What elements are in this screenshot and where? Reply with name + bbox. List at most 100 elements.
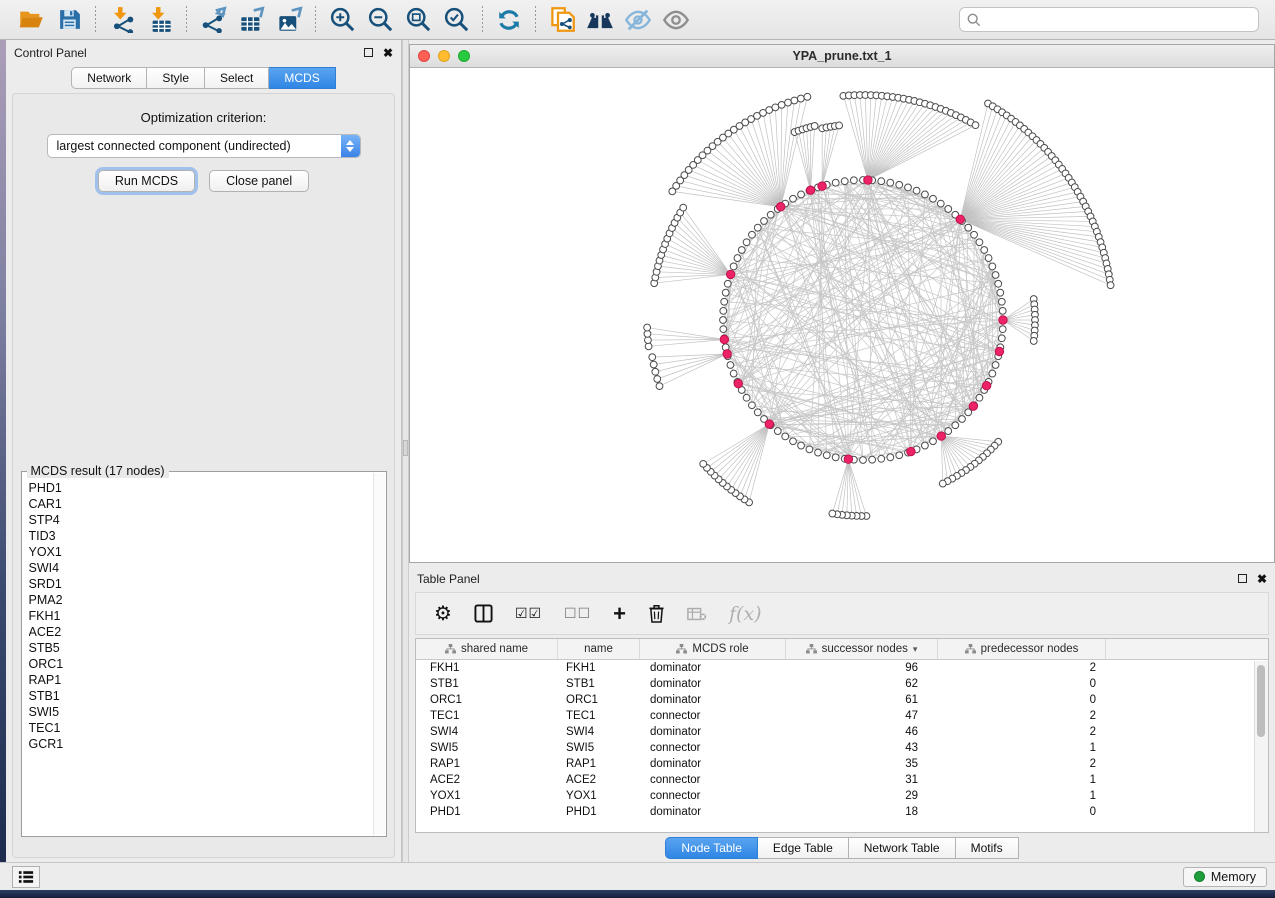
cell-predecessor-nodes[interactable]: 2 (938, 726, 1106, 738)
cell-shared-name[interactable]: STB1 (416, 678, 558, 690)
zoom-check-icon[interactable] (437, 4, 475, 36)
zoom-in-icon[interactable] (323, 4, 361, 36)
mcds-result-item[interactable]: PMA2 (29, 592, 372, 608)
table-column-header[interactable]: successor nodes ▾ (786, 639, 938, 659)
cell-successor-nodes[interactable]: 43 (786, 742, 938, 754)
result-scrollbar[interactable] (373, 473, 385, 835)
cell-mcds-role[interactable]: dominator (640, 678, 786, 690)
cell-shared-name[interactable]: SWI4 (416, 726, 558, 738)
table-column-header[interactable]: name ▾ (558, 639, 640, 659)
mcds-result-item[interactable]: YOX1 (29, 544, 372, 560)
optimization-criterion-select[interactable]: largest connected component (undirected) (47, 134, 361, 158)
table-row[interactable]: PHD1 PHD1 dominator 18 0 (416, 804, 1268, 820)
cell-successor-nodes[interactable]: 29 (786, 790, 938, 802)
cell-shared-name[interactable]: TEC1 (416, 710, 558, 722)
cell-shared-name[interactable]: PHD1 (416, 806, 558, 818)
eye-slash-icon[interactable] (619, 4, 657, 36)
cell-successor-nodes[interactable]: 35 (786, 758, 938, 770)
table-column-header[interactable]: predecessor nodes ▾ (938, 639, 1106, 659)
table-row[interactable]: SWI4 SWI4 dominator 46 2 (416, 724, 1268, 740)
cell-predecessor-nodes[interactable]: 0 (938, 806, 1106, 818)
table-row[interactable]: FKH1 FKH1 dominator 96 2 (416, 660, 1268, 676)
network-graph[interactable] (410, 68, 1274, 562)
table-row[interactable]: YOX1 YOX1 connector 29 1 (416, 788, 1268, 804)
mcds-result-item[interactable]: TEC1 (29, 720, 372, 736)
cell-shared-name[interactable]: FKH1 (416, 662, 558, 674)
table-row[interactable]: TEC1 TEC1 connector 47 2 (416, 708, 1268, 724)
run-mcds-button[interactable]: Run MCDS (98, 170, 195, 192)
mcds-result-item[interactable]: STB1 (29, 688, 372, 704)
export-image-icon[interactable] (270, 4, 308, 36)
close-table-panel-icon[interactable]: ✖ (1257, 573, 1267, 585)
cell-shared-name[interactable]: ACE2 (416, 774, 558, 786)
split-grip-icon[interactable] (403, 440, 408, 456)
mcds-result-item[interactable]: SWI4 (29, 560, 372, 576)
cell-predecessor-nodes[interactable]: 1 (938, 790, 1106, 802)
mcds-result-item[interactable]: TID3 (29, 528, 372, 544)
table-column-header[interactable]: shared name ▾ (416, 639, 558, 659)
close-panel-button[interactable]: Close panel (209, 170, 309, 192)
eye-icon[interactable] (657, 4, 695, 36)
float-panel-icon[interactable] (364, 48, 373, 57)
cell-shared-name[interactable]: ORC1 (416, 694, 558, 706)
mcds-result-item[interactable]: ORC1 (29, 656, 372, 672)
import-table-icon[interactable] (141, 4, 179, 36)
search-box[interactable] (959, 7, 1259, 32)
table-tab[interactable]: Edge Table (758, 837, 849, 859)
table-row[interactable]: SWI5 SWI5 connector 43 1 (416, 740, 1268, 756)
zoom-out-icon[interactable] (361, 4, 399, 36)
cell-name[interactable]: ACE2 (558, 774, 640, 786)
mcds-result-item[interactable]: RAP1 (29, 672, 372, 688)
close-panel-icon[interactable]: ✖ (383, 47, 393, 59)
mcds-result-item[interactable]: PHD1 (29, 480, 372, 496)
table-row[interactable]: ACE2 ACE2 connector 31 1 (416, 772, 1268, 788)
cell-mcds-role[interactable]: dominator (640, 806, 786, 818)
table-row[interactable]: STB1 STB1 dominator 62 0 (416, 676, 1268, 692)
open-folder-icon[interactable] (12, 4, 50, 36)
cell-successor-nodes[interactable]: 61 (786, 694, 938, 706)
cell-name[interactable]: TEC1 (558, 710, 640, 722)
cell-name[interactable]: RAP1 (558, 758, 640, 770)
zoom-fit-icon[interactable] (399, 4, 437, 36)
control-panel-tab[interactable]: Network (71, 67, 147, 89)
control-panel-tab[interactable]: Select (205, 67, 269, 89)
cell-shared-name[interactable]: RAP1 (416, 758, 558, 770)
cell-name[interactable]: ORC1 (558, 694, 640, 706)
table-scrollbar[interactable] (1254, 661, 1268, 832)
table-tab[interactable]: Network Table (849, 837, 956, 859)
cell-name[interactable]: STB1 (558, 678, 640, 690)
table-row[interactable]: RAP1 RAP1 dominator 35 2 (416, 756, 1268, 772)
cell-mcds-role[interactable]: dominator (640, 662, 786, 674)
mcds-result-item[interactable]: CAR1 (29, 496, 372, 512)
float-table-panel-icon[interactable] (1238, 574, 1247, 583)
mcds-result-item[interactable]: ACE2 (29, 624, 372, 640)
mcds-result-item[interactable]: STB5 (29, 640, 372, 656)
cell-name[interactable]: FKH1 (558, 662, 640, 674)
cell-predecessor-nodes[interactable]: 0 (938, 694, 1106, 706)
mcds-result-item[interactable]: GCR1 (29, 736, 372, 752)
control-panel-tab[interactable]: Style (147, 67, 205, 89)
network-canvas[interactable] (410, 68, 1274, 562)
memory-button[interactable]: Memory (1183, 867, 1267, 887)
select-all-checkboxes-icon[interactable]: ☑☑ (515, 605, 542, 622)
refresh-icon[interactable] (490, 4, 528, 36)
cell-shared-name[interactable]: SWI5 (416, 742, 558, 754)
deselect-all-checkboxes-icon[interactable]: ☐☐ (564, 605, 591, 622)
cell-successor-nodes[interactable]: 96 (786, 662, 938, 674)
control-panel-tab[interactable]: MCDS (269, 67, 335, 89)
cell-name[interactable]: SWI4 (558, 726, 640, 738)
mcds-result-item[interactable]: SRD1 (29, 576, 372, 592)
column-split-icon[interactable] (474, 604, 493, 623)
cell-predecessor-nodes[interactable]: 2 (938, 710, 1106, 722)
table-scrollbar-thumb[interactable] (1257, 665, 1265, 737)
search-input[interactable] (986, 12, 1251, 28)
cell-name[interactable]: SWI5 (558, 742, 640, 754)
duplicate-document-icon[interactable] (543, 4, 581, 36)
network-window-titlebar[interactable]: YPA_prune.txt_1 (410, 45, 1274, 68)
cell-predecessor-nodes[interactable]: 0 (938, 678, 1106, 690)
export-table-icon[interactable] (232, 4, 270, 36)
task-history-button[interactable] (12, 866, 40, 888)
cell-predecessor-nodes[interactable]: 1 (938, 774, 1106, 786)
table-row[interactable]: ORC1 ORC1 dominator 61 0 (416, 692, 1268, 708)
binoculars-icon[interactable] (581, 4, 619, 36)
